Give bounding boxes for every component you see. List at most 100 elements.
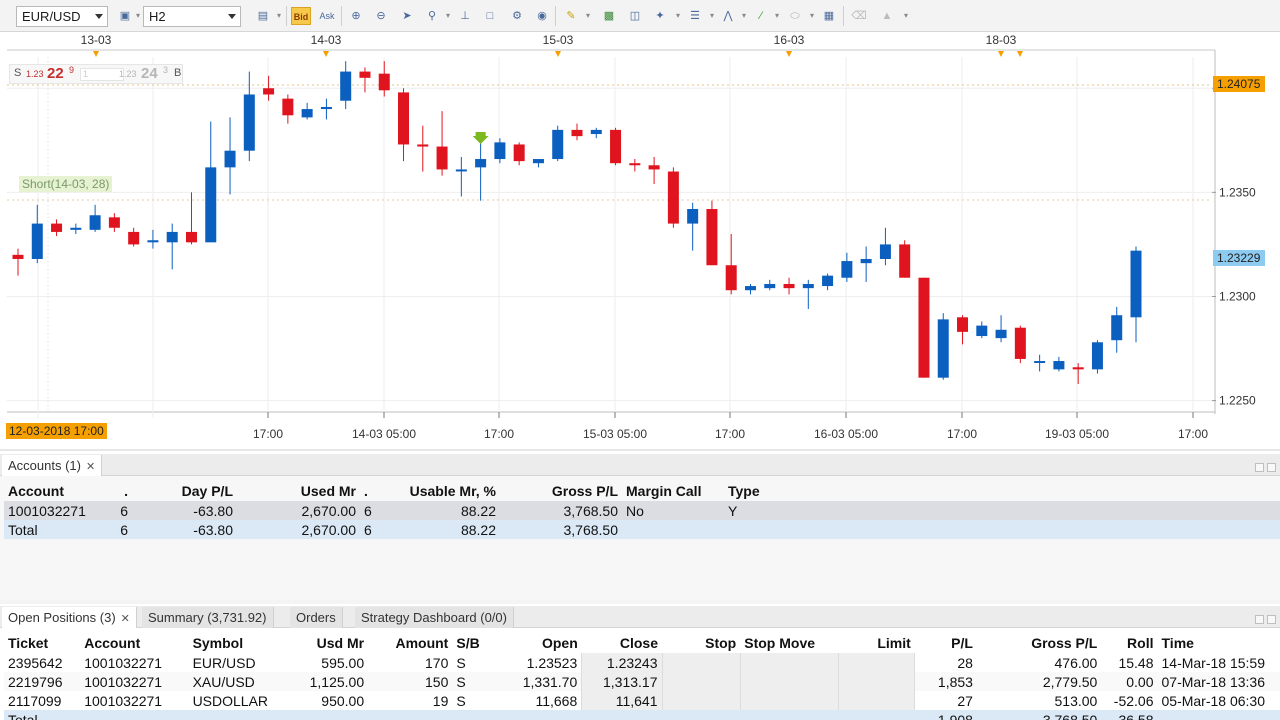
tools-icon[interactable]: ✦ <box>651 7 669 25</box>
positions-column-header[interactable]: Usd Mr <box>280 633 368 653</box>
accounts-column-header[interactable]: Account <box>4 481 112 501</box>
accounts-column-header[interactable]: Usable Mr, % <box>374 481 500 501</box>
positions-cell[interactable] <box>661 691 741 710</box>
grid-icon[interactable]: ▦ <box>820 7 838 25</box>
positions-cell[interactable] <box>838 653 916 672</box>
positions-column-header[interactable]: Symbol <box>189 633 280 653</box>
accounts-column-header[interactable]: . <box>112 481 132 501</box>
fibonacci-icon[interactable]: ⋀ <box>719 7 737 25</box>
chevron-down-icon[interactable]: ▾ <box>584 7 592 25</box>
positions-cell[interactable] <box>739 691 840 710</box>
positions-column-header[interactable]: Roll <box>1101 633 1157 653</box>
chevron-down-icon[interactable]: ▾ <box>740 7 748 25</box>
accounts-column-filler[interactable] <box>800 481 1280 501</box>
chevron-down-icon[interactable]: ▾ <box>674 7 682 25</box>
maximize-icon[interactable] <box>1267 615 1276 624</box>
buy-label[interactable]: B <box>174 67 181 79</box>
zoom-area-icon[interactable]: ⚲ <box>423 7 441 25</box>
trendline-icon[interactable]: ∕ <box>752 7 770 25</box>
quantity-input[interactable]: 1 <box>80 68 124 81</box>
buy-price-big[interactable]: 24 <box>141 65 158 82</box>
positions-column-header[interactable]: Open <box>500 633 582 653</box>
close-icon[interactable]: ✕ <box>121 613 130 625</box>
tab-strategy-dashboard[interactable]: Strategy Dashboard (0/0) <box>355 607 514 628</box>
positions-total-row[interactable]: Total 1,908 3,768.50 -36.58 <box>4 710 1280 720</box>
zoom-out-icon[interactable]: ⊖ <box>372 7 390 25</box>
chevron-down-icon[interactable]: ▾ <box>275 7 283 25</box>
price-chart[interactable]: 1.24001.23501.23001.225017:0014-03 05:00… <box>0 32 1280 452</box>
chevron-down-icon[interactable]: ▾ <box>444 7 452 25</box>
accounts-column-header[interactable]: Margin Call <box>622 481 724 501</box>
positions-column-header[interactable]: Gross P/L <box>977 633 1101 653</box>
lines-icon[interactable]: ☰ <box>686 7 704 25</box>
positions-cell[interactable] <box>661 653 741 672</box>
chevron-down-icon[interactable]: ▾ <box>773 7 781 25</box>
position-marker-label[interactable]: Short(14-03, 28) <box>19 176 113 192</box>
chevron-down-icon[interactable]: ▾ <box>808 7 816 25</box>
positions-column-header[interactable]: Close <box>582 633 662 653</box>
positions-cell <box>581 710 662 720</box>
position-row[interactable]: 2395642 1001032271 EUR/USD 595.00 170 S 1.2352… <box>4 653 1280 672</box>
positions-column-header[interactable]: Limit <box>839 633 915 653</box>
one-click-trading-panel[interactable]: S 1.23 22 9 1 1.23 24 3 B <box>9 64 183 84</box>
restore-icon[interactable] <box>1255 463 1264 472</box>
positions-cell[interactable] <box>739 672 840 691</box>
layout-icon[interactable]: ◫ <box>626 7 644 25</box>
timeframe-select[interactable]: H2 <box>143 6 241 27</box>
image-icon[interactable]: ▩ <box>600 7 618 25</box>
objects-icon[interactable]: ▲ <box>878 7 896 25</box>
cursor-icon[interactable]: ➤ <box>398 7 416 25</box>
accounts-header-row: Account. Day P/L Used Mr. Usable Mr, % Gross… <box>4 481 1280 501</box>
positions-column-header[interactable]: Stop <box>662 633 740 653</box>
account-row[interactable]: 1001032271 6 -63.80 2,670.00 6 88.22 3,768.50 N… <box>4 501 1280 520</box>
positions-cell[interactable] <box>661 672 741 691</box>
chart-type-icon[interactable]: ▤ <box>254 7 272 25</box>
tab-summary[interactable]: Summary (3,731.92) <box>142 607 274 628</box>
accounts-column-header[interactable]: . <box>360 481 374 501</box>
shape-icon[interactable]: ⬭ <box>786 7 804 25</box>
settings-icon[interactable]: ⚙ <box>508 7 526 25</box>
sell-label[interactable]: S <box>14 67 21 79</box>
ask-button[interactable]: Ask <box>317 7 337 25</box>
chevron-down-icon[interactable]: ▾ <box>134 7 142 25</box>
globe-icon[interactable]: ◉ <box>533 7 551 25</box>
position-row[interactable]: 2219796 1001032271 XAU/USD 1,125.00 150 S 1,33… <box>4 672 1280 691</box>
screenshot-icon[interactable]: □ <box>481 7 499 25</box>
sell-price-big[interactable]: 22 <box>47 65 64 82</box>
accounts-column-header[interactable]: Type <box>724 481 800 501</box>
positions-cell[interactable]: 11,641 <box>581 691 663 710</box>
positions-column-header[interactable]: Ticket <box>4 633 80 653</box>
bid-button[interactable]: Bid <box>291 7 311 25</box>
accounts-column-header[interactable]: Day P/L <box>132 481 237 501</box>
zoom-in-icon[interactable]: ⊕ <box>347 7 365 25</box>
positions-cell[interactable]: 1.23243 <box>581 653 663 672</box>
chevron-down-icon[interactable]: ▾ <box>902 7 910 25</box>
positions-column-header[interactable]: Amount <box>368 633 452 653</box>
close-icon[interactable]: ✕ <box>86 461 95 473</box>
erase-icon[interactable]: ⌫ <box>850 7 868 25</box>
positions-column-header[interactable]: Stop Move <box>740 633 838 653</box>
positions-column-header[interactable]: P/L <box>915 633 977 653</box>
positions-cell[interactable] <box>838 691 916 710</box>
position-row[interactable]: 2117099 1001032271 USDOLLAR 950.00 19 S 11,668… <box>4 691 1280 710</box>
tab-accounts[interactable]: Accounts (1) ✕ <box>2 455 103 476</box>
chevron-down-icon[interactable]: ▾ <box>708 7 716 25</box>
indicator-icon[interactable]: ▣ <box>116 7 134 25</box>
positions-column-header[interactable]: Time <box>1158 633 1280 653</box>
positions-column-header[interactable]: S/B <box>452 633 499 653</box>
positions-column-header[interactable]: Account <box>80 633 188 653</box>
maximize-icon[interactable] <box>1267 463 1276 472</box>
tab-open-positions[interactable]: Open Positions (3) ✕ <box>2 607 137 628</box>
accounts-total-row[interactable]: Total 6 -63.80 2,670.00 6 88.22 3,768.50 <box>4 520 1280 539</box>
positions-cell[interactable]: 1,313.17 <box>581 672 663 691</box>
accounts-column-header[interactable]: Used Mr <box>237 481 360 501</box>
positions-cell[interactable] <box>838 672 916 691</box>
accounts-column-header[interactable]: Gross P/L <box>500 481 622 501</box>
tab-orders[interactable]: Orders <box>290 607 343 628</box>
restore-icon[interactable] <box>1255 615 1264 624</box>
symbol-select[interactable]: EUR/USD <box>16 6 108 27</box>
positions-cell[interactable] <box>739 653 840 672</box>
pencil-icon[interactable]: ✎ <box>562 7 580 25</box>
candlestick-chart[interactable]: 1.24001.23501.23001.225017:0014-03 05:00… <box>0 32 1280 452</box>
crosshair-icon[interactable]: ⊥ <box>456 7 474 25</box>
